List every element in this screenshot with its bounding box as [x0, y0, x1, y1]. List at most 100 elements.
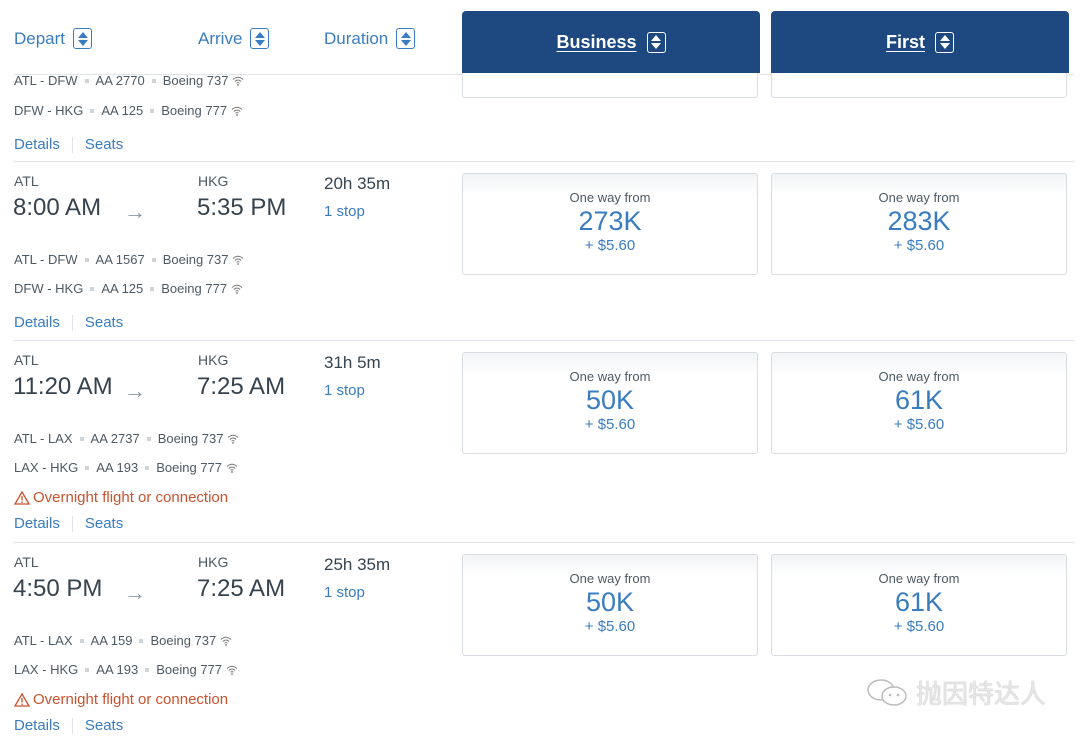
arrive-header-label: Arrive [198, 28, 243, 48]
stops-link[interactable]: 1 stop [324, 382, 365, 399]
segment-row: ATL - DFW AA 2770 Boeing 737 [14, 73, 244, 88]
seats-link[interactable]: Seats [85, 314, 123, 331]
stops-link[interactable]: 1 stop [324, 584, 365, 601]
fare-card-business[interactable]: One way from 273K + $5.60 [462, 173, 758, 275]
wifi-icon [231, 106, 243, 116]
sort-icon[interactable] [935, 31, 954, 53]
segment-route: DFW - HKG [14, 281, 84, 296]
wifi-icon [226, 665, 238, 675]
details-link[interactable]: Details [14, 717, 60, 734]
fare-label: One way from [569, 190, 651, 205]
wifi-icon [233, 255, 244, 265]
duration: 20h 35m [324, 174, 391, 193]
stops-link[interactable]: 1 stop [324, 203, 365, 220]
fare-label: One way from [569, 369, 651, 384]
duration-header-label: Duration [324, 28, 389, 48]
segment-flight: AA 125 [101, 281, 144, 296]
row-links: Details Seats [14, 717, 123, 734]
divider [14, 161, 1074, 162]
wifi-icon [233, 76, 244, 86]
segment-aircraft: Boeing 737 [162, 252, 229, 267]
segment-flight: AA 2770 [95, 73, 145, 88]
fare-card-first[interactable]: One way from 61K + $5.60 [771, 352, 1067, 454]
segment-flight: AA 193 [96, 460, 139, 475]
fare-card-business[interactable]: One way from 50K + $5.60 [462, 352, 758, 454]
segment-route: LAX - HKG [14, 460, 79, 475]
segment-route: ATL - LAX [14, 633, 73, 648]
fare-card-first[interactable]: One way from 283K + $5.60 [771, 173, 1067, 275]
sort-business[interactable]: Business [462, 11, 760, 73]
segment-flight: AA 1567 [95, 252, 145, 267]
origin-code: ATL [14, 554, 39, 570]
fare-fee: + $5.60 [893, 416, 945, 433]
duration: 25h 35m [324, 555, 391, 574]
divider [14, 340, 1074, 341]
warning-icon [14, 490, 30, 505]
details-link[interactable]: Details [14, 136, 60, 153]
segment-aircraft: Boeing 737 [157, 431, 224, 446]
warning-text: Overnight flight or connection [33, 489, 229, 506]
fare-fee: + $5.60 [893, 237, 945, 254]
segment-row: ATL - DFW AA 1567 Boeing 737 [14, 252, 244, 267]
segment-route: ATL - DFW [14, 252, 78, 267]
business-header-label[interactable]: Business [556, 32, 636, 53]
row-links: Details Seats [14, 314, 123, 331]
row-links: Details Seats [14, 136, 123, 153]
segment-route: ATL - LAX [14, 431, 73, 446]
segment-aircraft: Boeing 777 [156, 460, 223, 475]
fare-label: One way from [878, 190, 960, 205]
fare-miles: 50K [585, 587, 635, 617]
fare-fee: + $5.60 [584, 416, 636, 433]
destination-code: HKG [198, 173, 229, 189]
duration: 31h 5m [324, 353, 381, 372]
segment-flight: AA 193 [96, 662, 139, 677]
sort-icon[interactable] [646, 31, 666, 53]
destination-code: HKG [198, 554, 229, 570]
sort-icon[interactable] [250, 28, 270, 49]
sort-icon[interactable] [396, 28, 416, 49]
sort-arrive[interactable]: Arrive [198, 28, 270, 49]
wifi-icon [226, 463, 238, 473]
fare-card-business[interactable]: One way from 50K + $5.60 [462, 554, 758, 656]
segment-flight: AA 125 [101, 103, 144, 118]
fare-miles: 61K [894, 587, 944, 617]
segment-aircraft: Boeing 777 [161, 103, 228, 118]
fare-fee: + $5.60 [893, 618, 945, 635]
segment-flight: AA 159 [90, 633, 133, 648]
details-link[interactable]: Details [14, 515, 60, 532]
arrow-right-icon: → [124, 378, 146, 403]
warning-text: Overnight flight or connection [33, 691, 229, 708]
seats-link[interactable]: Seats [85, 717, 123, 734]
segment-aircraft: Boeing 777 [161, 281, 228, 296]
sort-duration[interactable]: Duration [324, 28, 416, 49]
segment-aircraft: Boeing 737 [162, 73, 229, 88]
fare-label: One way from [569, 571, 651, 586]
arrow-right-icon: → [124, 580, 146, 605]
fare-card-first[interactable]: One way from 61K + $5.60 [771, 554, 1067, 656]
first-header-label[interactable]: First [886, 32, 925, 53]
sort-icon[interactable] [73, 28, 93, 49]
segment-route: DFW - HKG [14, 103, 84, 118]
row-links: Details Seats [14, 515, 123, 532]
depart-time: 4:50 PM [13, 575, 103, 602]
arrive-time: 5:35 PM [197, 194, 287, 221]
segment-row: LAX - HKG AA 193 Boeing 777 [14, 460, 238, 475]
arrive-time: 7:25 AM [197, 575, 286, 602]
sort-first[interactable]: First [771, 11, 1069, 73]
seats-link[interactable]: Seats [85, 515, 123, 532]
fare-miles: 61K [894, 385, 944, 415]
seats-link[interactable]: Seats [85, 136, 123, 153]
divider [14, 542, 1074, 543]
sort-depart[interactable]: Depart [14, 28, 93, 49]
fare-label: One way from [878, 369, 960, 384]
destination-code: HKG [198, 352, 229, 368]
segment-row: ATL - LAX AA 2737 Boeing 737 [14, 431, 239, 446]
warning-icon [14, 692, 30, 707]
fare-miles: 273K [578, 206, 642, 236]
depart-time: 11:20 AM [13, 373, 113, 400]
details-link[interactable]: Details [14, 314, 60, 331]
watermark-text: 抛因特达人 [916, 679, 1047, 709]
fare-label: One way from [878, 571, 960, 586]
depart-header-label: Depart [14, 28, 66, 48]
fare-fee: + $5.60 [584, 618, 636, 635]
